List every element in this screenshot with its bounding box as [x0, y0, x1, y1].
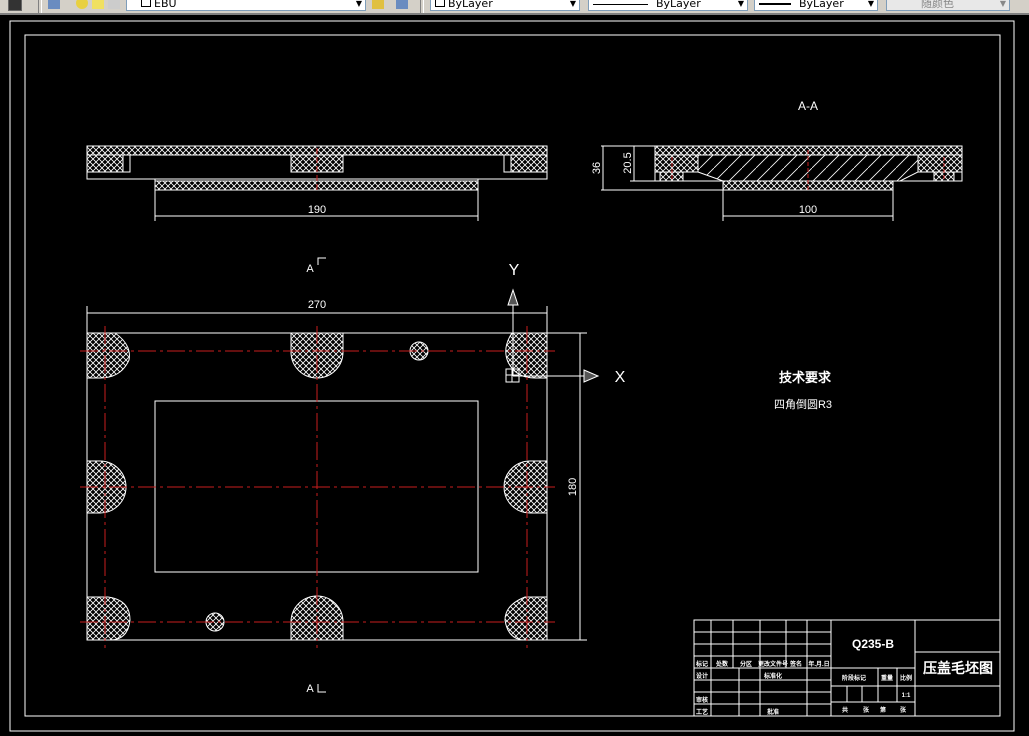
lineweight-dropdown[interactable]: ByLayer ▼	[754, 0, 878, 11]
bulb-icon[interactable]	[76, 0, 88, 9]
ucs-x-label: X	[615, 369, 626, 386]
dim-180-label: 180	[567, 478, 579, 496]
sheet-no-label: 第	[879, 706, 886, 714]
layer-state-icon[interactable]	[8, 0, 22, 11]
sun-icon[interactable]	[92, 0, 104, 9]
layer-previous-icon[interactable]	[396, 0, 408, 9]
scale-value: 1:1	[902, 693, 911, 699]
dim-270-label: 270	[308, 299, 326, 311]
color-value: ByLayer	[448, 0, 493, 10]
rev-header: 签名	[789, 660, 802, 668]
weight-label: 重量	[881, 674, 893, 682]
section-mark-top: A	[306, 263, 314, 275]
section-aa-title: A-A	[798, 99, 818, 113]
color-swatch	[435, 0, 445, 7]
properties-toolbar: EBU ▼ ByLayer ▼ ByLayer ▼ ByLayer ▼ 随颜色 ▼	[0, 0, 1029, 15]
design-label: 设计	[696, 672, 708, 680]
lock-icon[interactable]	[108, 0, 120, 9]
chevron-down-icon: ▼	[867, 0, 874, 8]
make-current-layer-icon[interactable]	[372, 0, 384, 9]
linetype-value: ByLayer	[656, 0, 701, 10]
plotstyle-dropdown[interactable]: 随颜色 ▼	[886, 0, 1010, 11]
tech-requirement-item: 四角倒圆R3	[774, 398, 832, 411]
standardize-label: 标准化	[763, 672, 782, 680]
dim-190-label: 190	[308, 204, 326, 216]
drawing-name: 压盖毛坯图	[923, 660, 993, 676]
material-label: Q235-B	[852, 637, 894, 651]
sheet-total-label: 共	[842, 706, 848, 714]
sheet-unit-label: 张	[900, 706, 907, 714]
process-label: 工艺	[696, 708, 708, 716]
review-label: 审核	[696, 696, 708, 704]
section-mark-bottom-arrow	[317, 684, 326, 693]
section-mark-bottom: A	[306, 683, 314, 695]
section-a-a-view	[601, 145, 963, 221]
dim-100-label: 100	[799, 204, 817, 216]
lineweight-value: ByLayer	[799, 0, 844, 10]
rev-header: 标记	[695, 660, 708, 668]
layer-properties-icon[interactable]	[48, 0, 60, 9]
dim-36-label: 36	[591, 162, 603, 174]
lineweight-sample	[759, 3, 791, 5]
chevron-down-icon: ▼	[355, 0, 362, 8]
rev-header: 分区	[740, 660, 752, 668]
approve-label: 批准	[767, 708, 779, 716]
drawing-canvas[interactable]: 190 A-A 36 20.5 100 A A 270 180 Y X 技术要求…	[0, 15, 1029, 736]
color-dropdown[interactable]: ByLayer ▼	[430, 0, 580, 11]
scale-label: 比例	[900, 674, 912, 682]
rev-header: 更改文件号	[758, 660, 788, 668]
tech-requirements-heading: 技术要求	[779, 370, 832, 385]
section-mark-top-arrow	[317, 257, 326, 265]
layer-dropdown[interactable]: EBU ▼	[126, 0, 366, 11]
layer-value: EBU	[154, 0, 177, 10]
ucs-y-label: Y	[509, 262, 520, 279]
rev-header: 年.月.日	[808, 660, 829, 668]
layer-color-swatch	[141, 0, 151, 7]
dim-20-5-label: 20.5	[622, 152, 634, 173]
rev-header: 处数	[715, 660, 729, 668]
sheet-unit-label: 张	[863, 706, 870, 714]
chevron-down-icon: ▼	[569, 0, 576, 8]
chevron-down-icon: ▼	[737, 0, 744, 8]
linetype-dropdown[interactable]: ByLayer ▼	[588, 0, 748, 11]
chevron-down-icon: ▼	[999, 0, 1006, 8]
plotstyle-value: 随颜色	[921, 0, 954, 10]
plan-view	[80, 306, 587, 648]
stage-mark-label: 阶段标记	[842, 674, 866, 682]
linetype-sample	[593, 3, 648, 5]
